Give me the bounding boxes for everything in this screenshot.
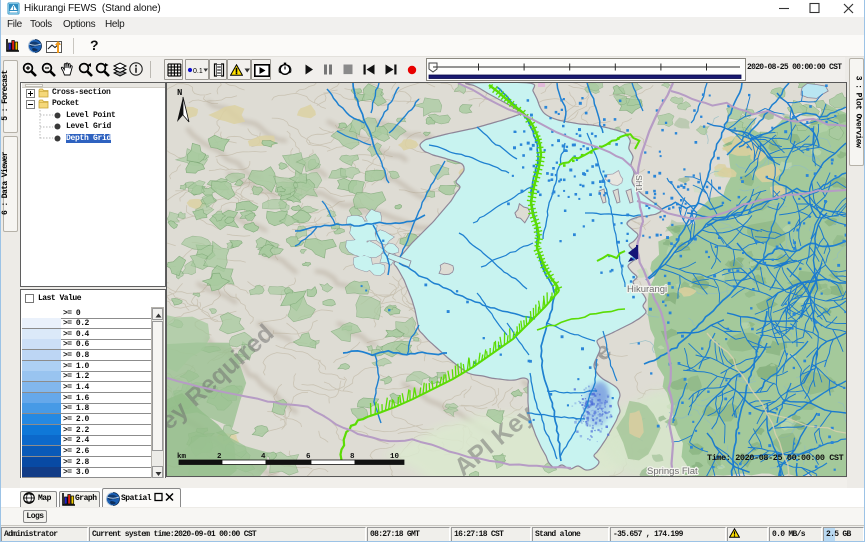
svg-text:Time: 2020-08-25 00:00:00 CST: Time: 2020-08-25 00:00:00 CST — [707, 453, 844, 463]
svg-text:SH1: SH1 — [634, 175, 644, 192]
svg-text:Hikurangi: Hikurangi — [627, 284, 667, 295]
svg-text:0.1: 0.1 — [193, 68, 203, 75]
svg-text:N: N — [177, 88, 182, 98]
svg-text:Springs Flat: Springs Flat — [647, 466, 698, 476]
